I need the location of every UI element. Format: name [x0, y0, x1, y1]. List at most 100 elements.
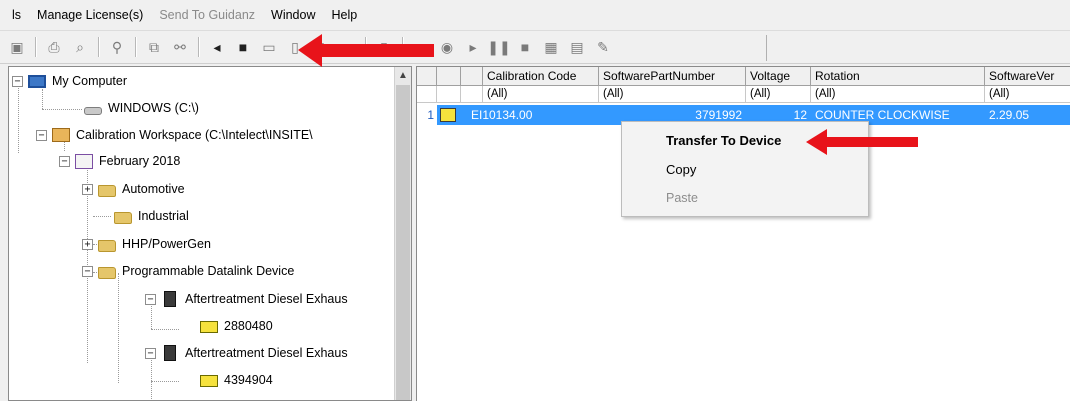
menu-send-to-guidanz[interactable]: Send To Guidanz — [151, 0, 263, 30]
filter-calibration-code[interactable]: (All) — [483, 86, 599, 103]
menu-help[interactable]: Help — [324, 0, 366, 30]
navigation-tree[interactable]: − My Computer WINDOWS (C:\) − Calibratio… — [8, 66, 412, 401]
annotation-arrow-left-icon — [806, 129, 918, 155]
filter-software-part-number[interactable]: (All) — [599, 86, 746, 103]
toolbar-separator — [135, 37, 136, 57]
tree-item-2880480[interactable]: 2880480 — [200, 313, 273, 339]
cell-calibration-code[interactable]: EI10134.00 — [467, 105, 599, 125]
collapse-icon[interactable]: − — [145, 293, 156, 305]
tree-item-4394905[interactable]: 4394905 — [200, 392, 273, 400]
column-header-software-version[interactable]: SoftwareVer — [985, 67, 1070, 86]
folder-icon — [98, 266, 116, 279]
clipboard-icon[interactable]: ▣ — [6, 36, 28, 58]
tree-item-programmable-datalink-device[interactable]: − Programmable Datalink Device — [82, 258, 294, 284]
icon-column-header — [437, 67, 461, 86]
toolbar-end-divider — [766, 35, 767, 61]
tree-item-label: Calibration Workspace (C:\Intelect\INSIT… — [76, 128, 313, 142]
stop-icon[interactable]: ■ — [514, 36, 536, 58]
tree-item-4394904[interactable]: 4394904 — [200, 367, 273, 393]
grid-filter-row: (All) (All) (All) (All) (All) — [417, 86, 1070, 103]
device-icon — [164, 345, 176, 361]
connect-icon[interactable]: ⚯ — [169, 36, 191, 58]
tree-item-label: HHP/PowerGen — [122, 237, 211, 251]
row-index: 1 — [417, 105, 437, 125]
column-header-software-part-number[interactable]: SoftwarePartNumber — [599, 67, 746, 86]
tree-scrollbar[interactable]: ▲ — [394, 67, 411, 400]
folder-icon — [98, 239, 116, 252]
tree-item-calibration-workspace[interactable]: − Calibration Workspace (C:\Intelect\INS… — [36, 122, 313, 148]
collapse-icon[interactable]: − — [36, 129, 47, 141]
find-icon[interactable]: ⚲ — [106, 36, 128, 58]
tree-item-my-computer[interactable]: − My Computer — [12, 68, 127, 94]
pause-icon[interactable]: ❚❚ — [487, 36, 510, 58]
tree-item-label: Industrial — [138, 209, 189, 223]
play-icon[interactable]: ▸ — [462, 36, 484, 58]
tree-item-automotive[interactable]: + Automotive — [82, 176, 185, 202]
spacer-column-header — [461, 67, 483, 86]
tree-item-label: WINDOWS (C:\) — [108, 101, 199, 115]
print-preview-icon[interactable]: ⌕ — [69, 36, 91, 58]
column-header-calibration-code[interactable]: Calibration Code — [483, 67, 599, 86]
filter-rotation[interactable]: (All) — [811, 86, 985, 103]
tree-item-label: February 2018 — [99, 154, 181, 168]
annotation-arrow-left-icon — [298, 34, 434, 67]
device-icon — [164, 291, 176, 307]
calibration-grid[interactable]: Calibration Code SoftwarePartNumber Volt… — [416, 66, 1070, 401]
expand-icon[interactable]: + — [82, 183, 93, 195]
calendar-icon — [75, 153, 93, 169]
record-icon[interactable]: ◉ — [436, 36, 458, 58]
back-icon[interactable]: ◂ — [206, 36, 228, 58]
collapse-icon[interactable]: − — [12, 75, 23, 87]
tree-item-windows-drive[interactable]: WINDOWS (C:\) — [84, 95, 199, 121]
menu-window[interactable]: Window — [263, 0, 323, 30]
collapse-icon[interactable]: − — [82, 265, 93, 277]
report-icon[interactable]: ▤ — [566, 36, 588, 58]
tree-item-industrial[interactable]: Industrial — [114, 203, 189, 229]
transfer-device-icon[interactable]: ■ — [232, 36, 254, 58]
toolbar-separator — [198, 37, 199, 57]
tree-item-label: My Computer — [52, 74, 128, 88]
workspace-icon — [52, 128, 70, 142]
filter-spacer — [437, 86, 461, 103]
copy-icon[interactable]: ⧉ — [143, 36, 165, 58]
tree-item-label: Automotive — [122, 182, 185, 196]
collapse-icon[interactable]: − — [59, 155, 70, 167]
grid-header: Calibration Code SoftwarePartNumber Volt… — [417, 67, 1070, 86]
filter-spacer — [461, 86, 483, 103]
table-icon[interactable]: ▦ — [540, 36, 562, 58]
filter-spacer — [417, 86, 437, 103]
menu-item-copy[interactable]: Copy — [622, 155, 868, 184]
menu-manage-licenses[interactable]: Manage License(s) — [29, 0, 151, 30]
column-header-rotation[interactable]: Rotation — [811, 67, 985, 86]
drive-icon — [84, 106, 102, 115]
calibration-file-icon — [200, 321, 218, 333]
edit-icon[interactable]: ✎ — [592, 36, 614, 58]
print-icon[interactable]: ⎙ — [43, 36, 65, 58]
collapse-icon[interactable]: − — [145, 347, 156, 359]
column-header-voltage[interactable]: Voltage — [746, 67, 811, 86]
cut-icon[interactable]: ▭ — [258, 36, 280, 58]
tree-item-aftertreatment-device-1[interactable]: − Aftertreatment Diesel Exhaus — [145, 286, 348, 312]
folder-icon — [98, 184, 116, 197]
toolbar: ▣ ⎙ ⌕ ⚲ ⧉ ⚯ ◂ ■ ▭ ▯ ▯ ▾ ▯ ◙ ◉ ▸ ❚❚ ■ ▦ ▤… — [0, 30, 1070, 64]
expand-icon[interactable]: + — [82, 238, 93, 250]
tree-item-label: 4394904 — [224, 373, 273, 387]
scrollbar-thumb[interactable] — [396, 85, 410, 400]
row-status — [437, 105, 461, 125]
tree-item-label: Aftertreatment Diesel Exhaus — [185, 292, 348, 306]
calibration-check-icon — [440, 108, 456, 122]
tree-item-february-2018[interactable]: − February 2018 — [59, 148, 180, 174]
cell-software-version[interactable]: 2.29.05 — [985, 105, 1070, 125]
tree-item-label: 2880480 — [224, 319, 273, 333]
menu-tools[interactable]: ls — [4, 0, 29, 30]
menu-bar: ls Manage License(s) Send To Guidanz Win… — [0, 0, 1070, 30]
tree-item-aftertreatment-device-2[interactable]: − Aftertreatment Diesel Exhaus — [145, 340, 348, 366]
tree-item-label: Programmable Datalink Device — [122, 264, 295, 278]
folder-icon — [114, 211, 132, 224]
filter-software-version[interactable]: (All) — [985, 86, 1070, 103]
filter-voltage[interactable]: (All) — [746, 86, 811, 103]
menu-item-paste[interactable]: Paste — [622, 184, 868, 213]
computer-icon — [28, 74, 46, 88]
tree-item-hhp-powergen[interactable]: + HHP/PowerGen — [82, 231, 211, 257]
calibration-file-icon — [200, 375, 218, 387]
